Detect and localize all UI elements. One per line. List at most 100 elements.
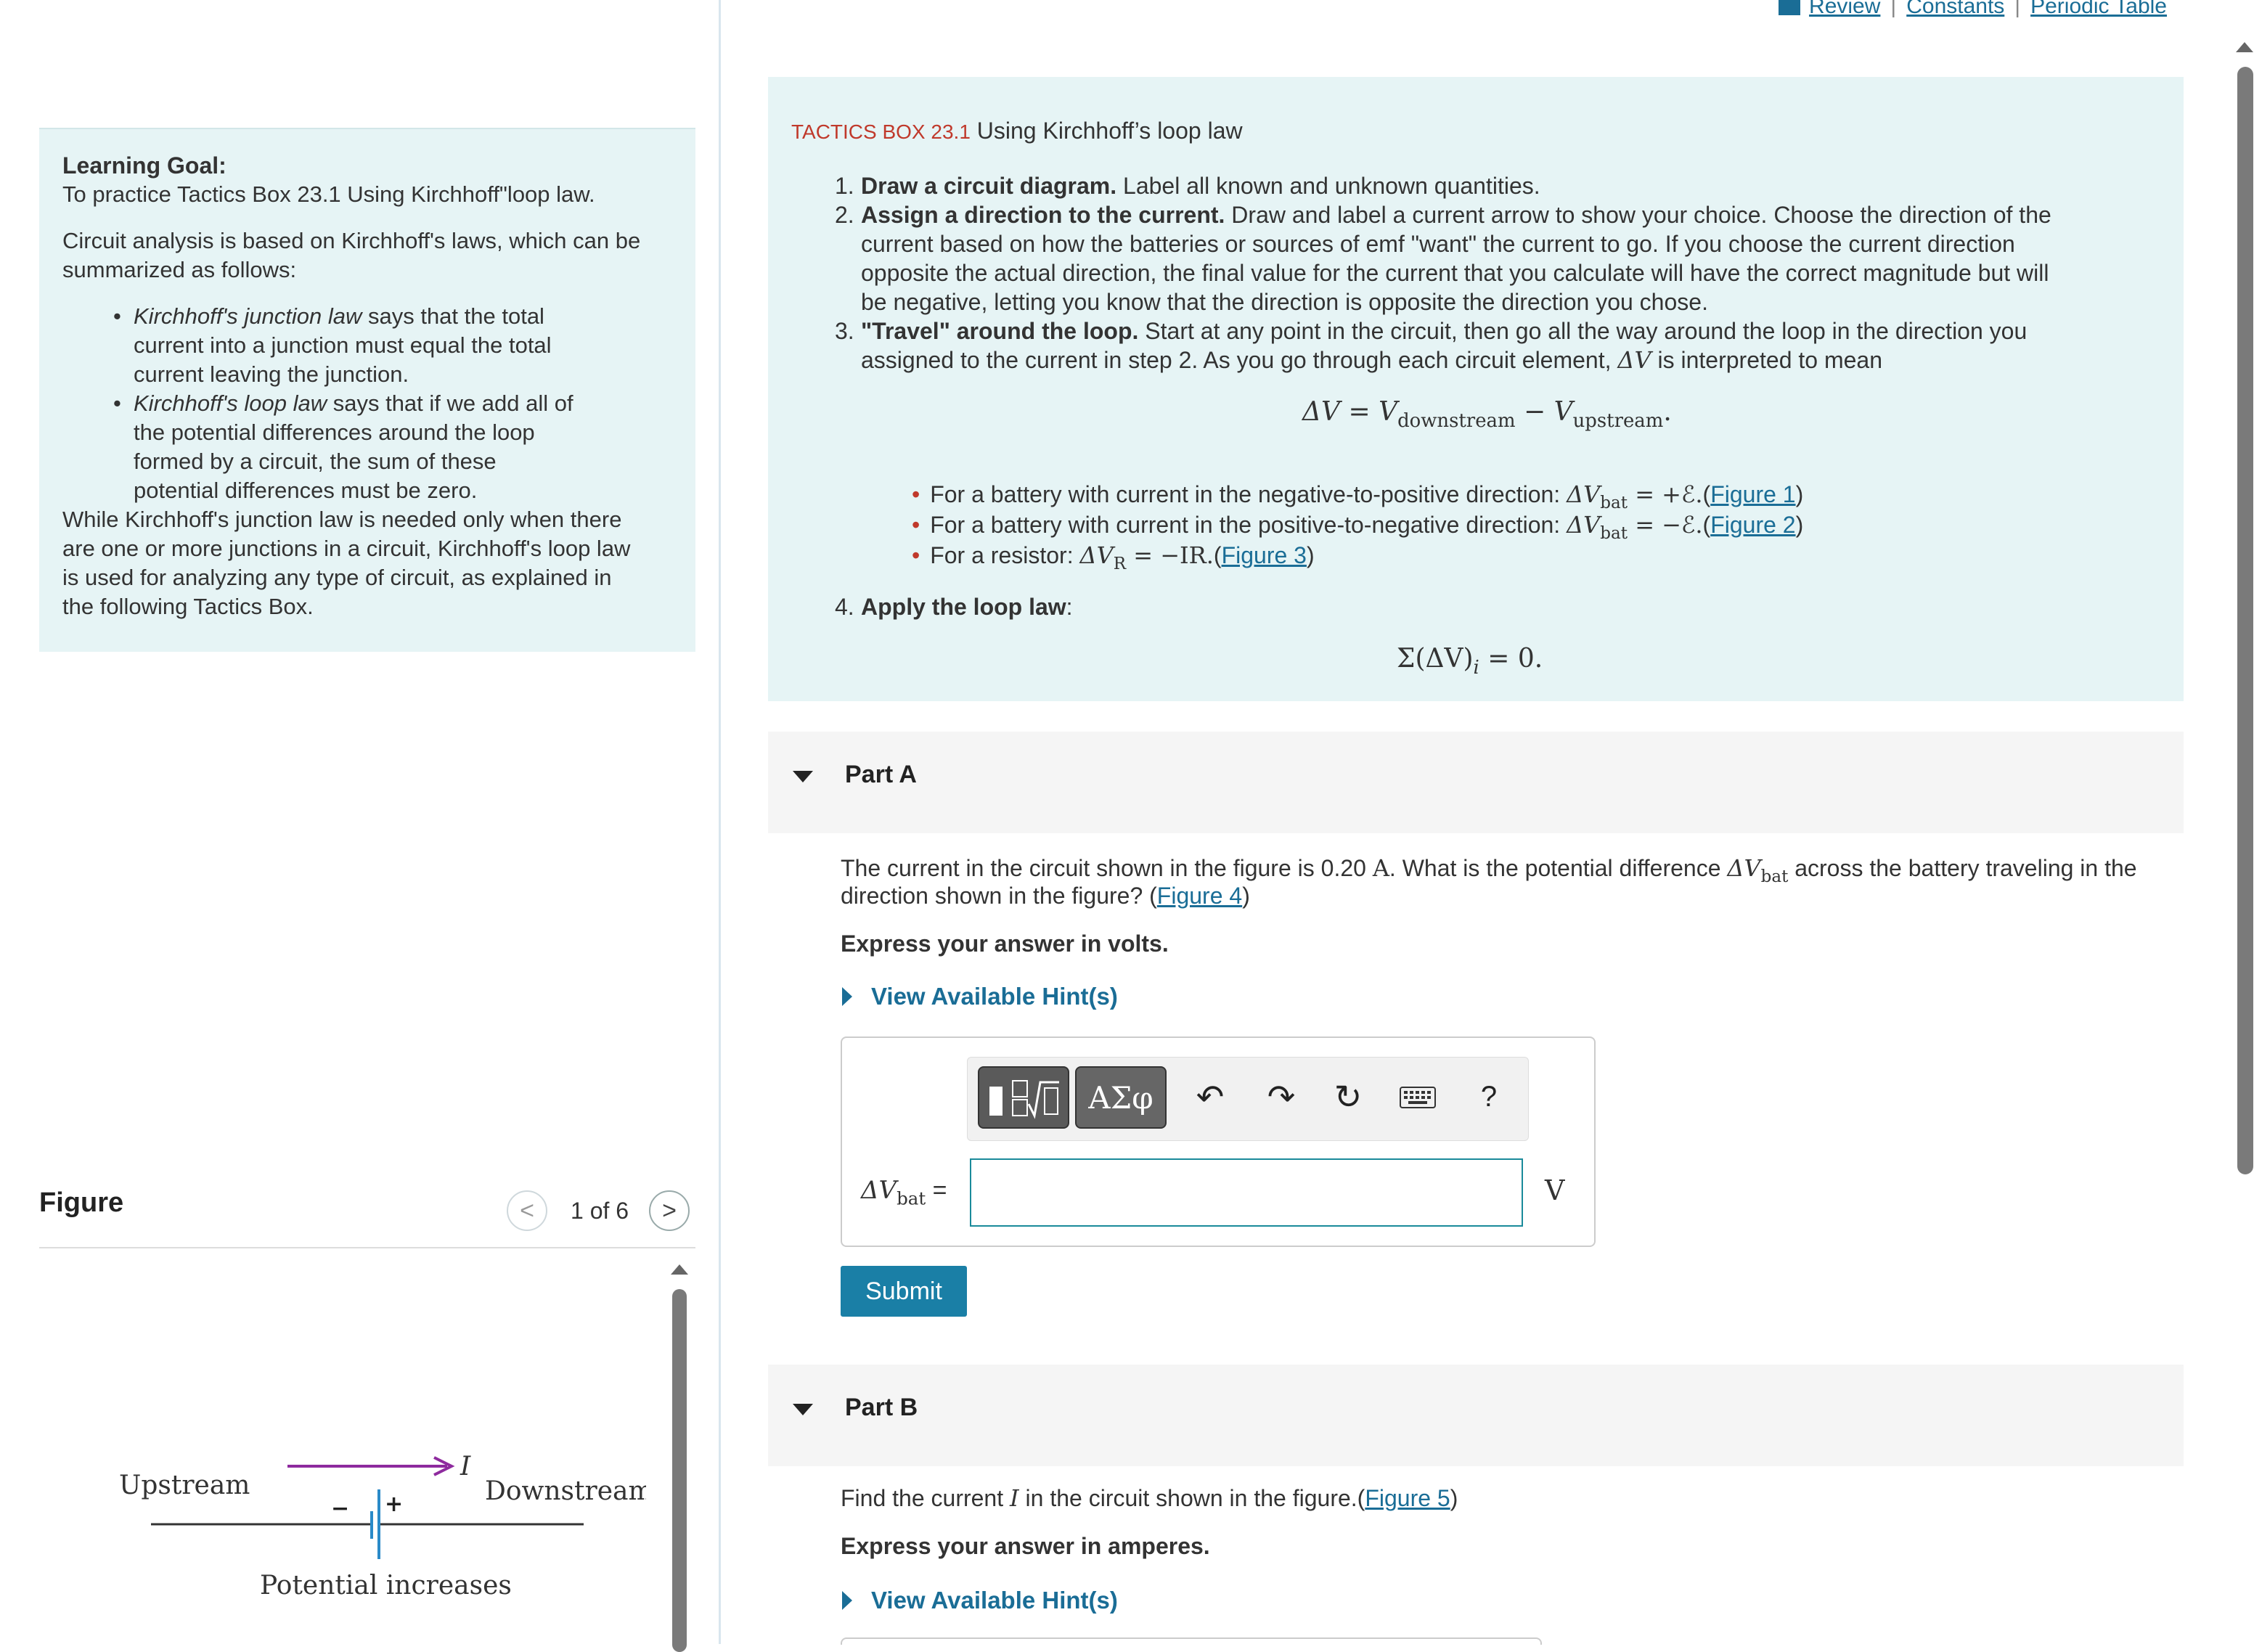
potential-increases-label: Potential increases xyxy=(260,1571,512,1600)
book-icon xyxy=(1779,0,1801,16)
templates-button[interactable] xyxy=(978,1066,1069,1129)
rule-sub: bat xyxy=(1600,524,1628,544)
law-text: current leaving the junction. xyxy=(134,361,409,387)
plus-sign: + xyxy=(385,1492,403,1517)
reset-icon[interactable]: ↻ xyxy=(1326,1075,1370,1119)
figure-3-link[interactable]: Figure 3 xyxy=(1222,542,1307,568)
part-b-header[interactable]: Part B xyxy=(768,1365,2184,1466)
learning-goal-heading: Learning Goal: xyxy=(62,152,226,179)
figure-2-link[interactable]: Figure 2 xyxy=(1710,512,1795,538)
law-text: the potential differences around the loo… xyxy=(134,420,535,445)
step-text: assigned to the current in step 2. As yo… xyxy=(861,347,1618,373)
collapse-icon[interactable] xyxy=(793,771,813,782)
step-text: be negative, letting you know that the d… xyxy=(861,289,1708,315)
rule-text: For a resistor: xyxy=(930,542,1080,568)
loop-law-equation: Σ(ΔV)i = 0. xyxy=(1397,643,1543,677)
scroll-up-arrow[interactable] xyxy=(671,1264,688,1275)
rule-item: • For a resistor: ΔVR = −IR.(Figure 3) xyxy=(912,541,1315,574)
closing-line: the following Tactics Box. xyxy=(62,594,314,619)
rule-rhs: = +ℰ. xyxy=(1628,481,1703,508)
separator: | xyxy=(1890,0,1897,18)
constants-link[interactable]: Constants xyxy=(1906,0,2004,18)
question-text: direction shown in the figure? ( xyxy=(841,883,1157,909)
law-text: formed by a circuit, the sum of these xyxy=(134,449,497,474)
step-text: is interpreted to mean xyxy=(1651,347,1883,373)
part-a-header[interactable]: Part A xyxy=(768,732,2184,833)
intro-line: summarized as follows: xyxy=(62,257,297,282)
potential-difference-equation: ΔV = Vdownstream − Vupstream. xyxy=(1302,396,1672,430)
step-bold: Draw a circuit diagram. xyxy=(861,173,1117,199)
keyboard-icon[interactable] xyxy=(1396,1075,1440,1119)
figure-5-link[interactable]: Figure 5 xyxy=(1365,1485,1450,1511)
rule-math: ΔV xyxy=(1079,541,1114,569)
scroll-up-arrow[interactable] xyxy=(2236,42,2253,52)
battery-gap xyxy=(373,1513,377,1536)
help-icon[interactable]: ? xyxy=(1467,1075,1511,1119)
eq-sub: upstream xyxy=(1572,410,1664,433)
loop-rhs: = 0. xyxy=(1479,644,1543,674)
review-link[interactable]: Review xyxy=(1809,0,1880,18)
hint-label[interactable]: View Available Hint(s) xyxy=(871,1587,1118,1614)
step-bold: Assign a direction to the current. xyxy=(861,202,1225,228)
answer-unit: V xyxy=(1545,1174,1565,1206)
undo-icon[interactable]: ↶ xyxy=(1188,1075,1232,1119)
hint-label[interactable]: View Available Hint(s) xyxy=(871,983,1118,1010)
step-text: assigned to the current in step 2. As yo… xyxy=(861,345,1882,375)
step-bold: "Travel" around the loop. xyxy=(861,318,1139,344)
part-a-hints-link[interactable]: View Available Hint(s) xyxy=(842,983,1118,1010)
step-text: opposite the actual direction, the final… xyxy=(861,260,2049,286)
step-text: current based on how the batteries or so… xyxy=(861,231,2015,257)
figure-counter: 1 of 6 xyxy=(571,1198,629,1224)
tactics-box: TACTICS BOX 23.1 Using Kirchhoff’s loop … xyxy=(768,77,2184,701)
question-text: . What is the potential difference xyxy=(1389,855,1728,881)
rule-text: For a battery with current in the negati… xyxy=(930,481,1567,507)
redo-icon[interactable]: ↷ xyxy=(1259,1075,1303,1119)
step-number: 4. xyxy=(835,594,854,620)
next-figure-button[interactable]: > xyxy=(649,1190,690,1231)
templates-icon xyxy=(989,1080,1059,1119)
symbols-label: ΑΣφ xyxy=(1088,1079,1153,1116)
eq-sub: downstream xyxy=(1397,410,1516,433)
figure-4-link[interactable]: Figure 4 xyxy=(1157,883,1242,909)
delta-v-symbol: ΔV xyxy=(1727,854,1761,882)
previous-figure-button[interactable]: < xyxy=(507,1190,547,1231)
part-b-title: Part B xyxy=(845,1394,918,1421)
current-label: I xyxy=(460,1452,471,1481)
figure-scrollbar-thumb[interactable] xyxy=(672,1289,687,1652)
rule-sub: R xyxy=(1113,555,1127,574)
part-a-question-line-2: direction shown in the figure? (Figure 4… xyxy=(841,881,1250,910)
eq-v: V xyxy=(1379,397,1398,427)
closing-line: are one or more junctions in a circuit, … xyxy=(62,536,631,561)
step-number: 1. xyxy=(835,173,854,199)
column-divider[interactable] xyxy=(719,0,721,1644)
part-b-question: Find the current I in the circuit shown … xyxy=(841,1484,1458,1513)
tactics-label: TACTICS BOX 23.1 xyxy=(791,120,971,143)
part-b-hints-link[interactable]: View Available Hint(s) xyxy=(842,1587,1118,1614)
figure-1-link[interactable]: Figure 1 xyxy=(1710,481,1795,507)
part-b-instruction: Express your answer in amperes. xyxy=(841,1533,1210,1559)
submit-button[interactable]: Submit xyxy=(841,1266,967,1317)
step-text: Label all known and unknown quantities. xyxy=(1116,173,1540,199)
law-term: Kirchhoff's junction law xyxy=(134,303,362,329)
learning-goal-text: To practice Tactics Box 23.1 Using Kirch… xyxy=(62,181,595,207)
expand-icon xyxy=(842,1591,852,1610)
question-text: ) xyxy=(1450,1485,1458,1511)
subscript: bat xyxy=(1760,867,1789,887)
closing-line: is used for analyzing any type of circui… xyxy=(62,565,612,590)
intro-line: Circuit analysis is based on Kirchhoff's… xyxy=(62,228,641,253)
rule-text: For a battery with current in the positi… xyxy=(930,512,1567,538)
step-text: Draw and label a current arrow to show y… xyxy=(1225,202,2051,228)
eq-op: = xyxy=(1340,397,1379,427)
collapse-icon[interactable] xyxy=(793,1404,813,1415)
downstream-label: Downstream xyxy=(485,1476,646,1506)
periodic-table-link[interactable]: Periodic Table xyxy=(2030,0,2167,18)
step-number: 3. xyxy=(835,318,854,344)
top-links: Review | Constants | Periodic Table xyxy=(1779,0,2167,19)
symbols-button[interactable]: ΑΣφ xyxy=(1075,1066,1167,1129)
step-text: : xyxy=(1066,594,1073,620)
tactics-title: TACTICS BOX 23.1 Using Kirchhoff’s loop … xyxy=(791,118,1243,144)
answer-input[interactable] xyxy=(970,1158,1523,1227)
page-scrollbar-thumb[interactable] xyxy=(2237,67,2253,1174)
answer-sub: bat xyxy=(897,1187,926,1209)
eq-lhs: ΔV xyxy=(1302,397,1340,427)
